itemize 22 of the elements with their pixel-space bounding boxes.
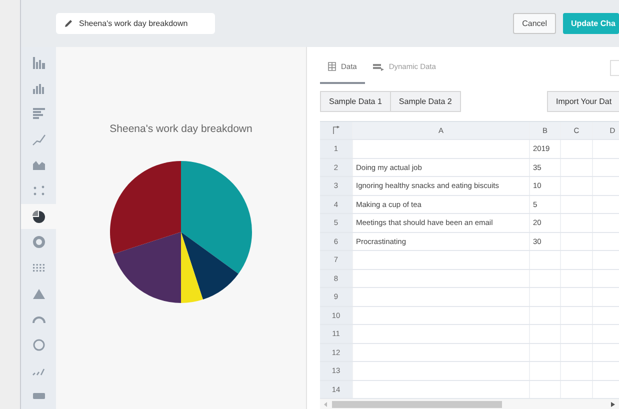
scroll-right-icon[interactable] <box>611 402 615 406</box>
histogram-icon <box>32 81 46 96</box>
table-icon <box>328 62 336 72</box>
scroll-left-icon[interactable] <box>324 402 328 406</box>
scroll-thumb[interactable] <box>332 400 502 408</box>
chart-type-item[interactable] <box>21 204 56 230</box>
pyramid-icon <box>32 286 46 301</box>
sort-icon <box>332 126 340 134</box>
donut-chart-icon <box>32 235 46 250</box>
cancel-button[interactable]: Cancel <box>513 13 556 34</box>
title-field[interactable]: Sheena's work day breakdown <box>56 13 215 34</box>
pie-chart-icon <box>32 210 46 224</box>
database-icon <box>372 62 384 71</box>
import-data-button[interactable]: Import Your Dat <box>547 90 619 112</box>
horizontal-scrollbar[interactable] <box>320 399 619 409</box>
circle-icon <box>32 338 46 352</box>
pencil-icon <box>64 19 73 28</box>
toolbar-button[interactable] <box>610 60 619 76</box>
column-chart-icon <box>32 56 46 70</box>
chart-title: Sheena's work day breakdown <box>110 123 252 135</box>
line-chart-icon <box>32 132 46 147</box>
bar-chart-icon <box>32 107 46 122</box>
